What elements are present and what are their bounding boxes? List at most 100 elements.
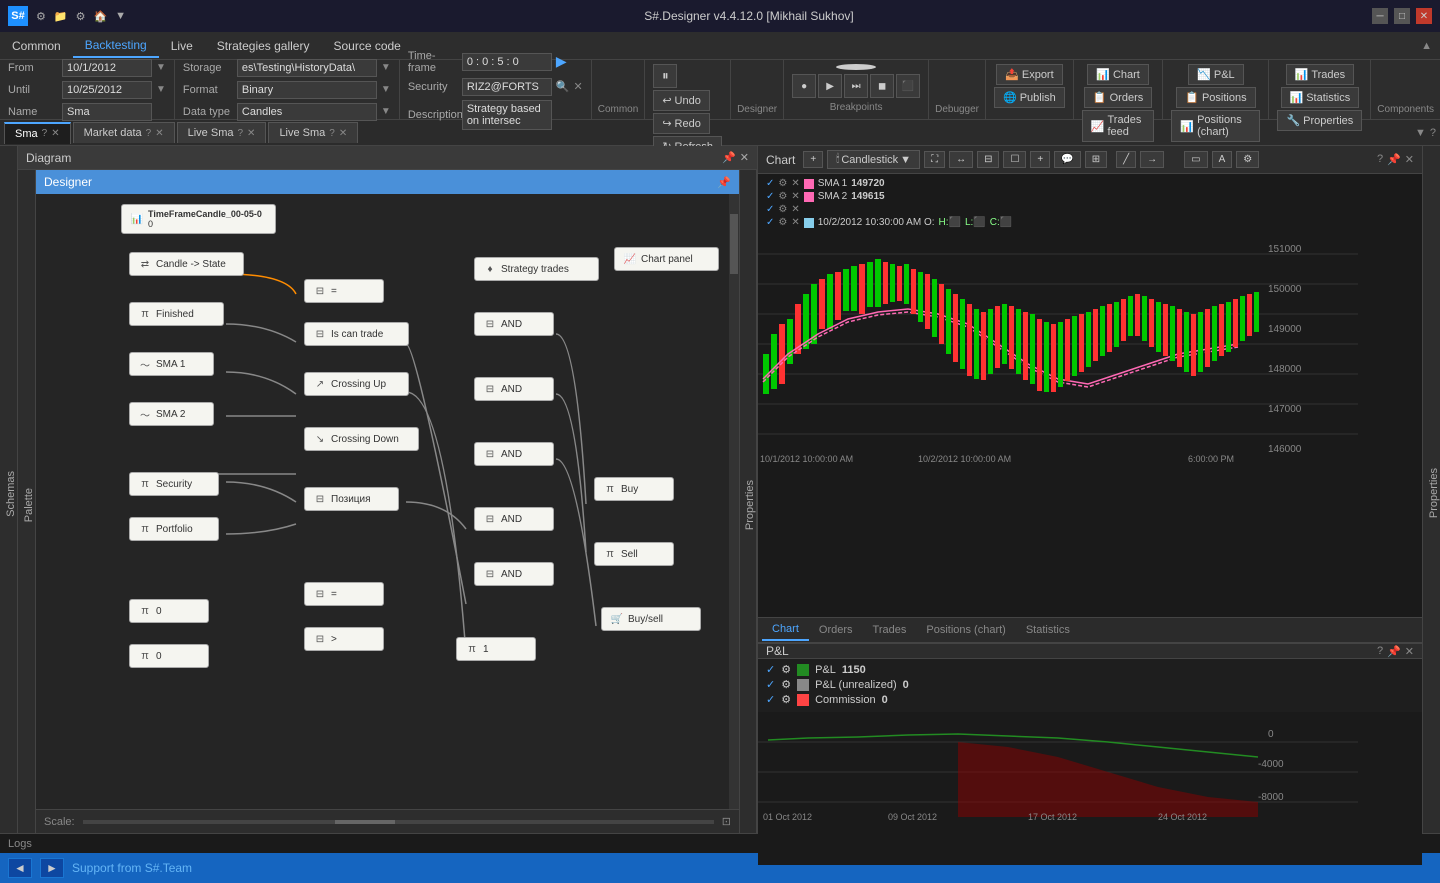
node-poziciya[interactable]: ⊟ Позиция <box>304 487 399 511</box>
storage-input[interactable]: es\Testing\HistoryData\ <box>237 59 377 77</box>
scale-icon[interactable]: ⊡ <box>722 815 731 828</box>
tab-live1-help[interactable]: ? <box>237 128 243 139</box>
node-gt[interactable]: ⊟ > <box>304 627 384 651</box>
export-button[interactable]: 📤 Export <box>996 64 1063 85</box>
legend-gear4[interactable]: ⚙ <box>778 217 787 228</box>
node-and4[interactable]: ⊟ AND <box>474 507 554 531</box>
from-input[interactable]: 10/1/2012 <box>62 59 152 77</box>
node-finished[interactable]: π Finished <box>129 302 224 326</box>
security-search[interactable]: 🔍 <box>556 80 570 93</box>
menu-live[interactable]: Live <box>159 35 205 57</box>
chart-pin[interactable]: 📌 <box>1387 153 1401 166</box>
tab-live-sma1[interactable]: Live Sma ? ✕ <box>177 122 267 143</box>
chart-button[interactable]: 📊 Chart <box>1087 64 1149 85</box>
pnl-help[interactable]: ? <box>1377 645 1383 658</box>
legend-x2[interactable]: ✕ <box>791 191 799 202</box>
node-buy[interactable]: π Buy <box>594 477 674 501</box>
properties-side-tab[interactable]: Properties <box>739 170 757 833</box>
tabs-more[interactable]: ▼ <box>1415 127 1426 139</box>
diagram-close[interactable]: ✕ <box>740 151 749 164</box>
node-is-can-trade[interactable]: ⊟ Is can trade <box>304 322 409 346</box>
pnl-pin[interactable]: 📌 <box>1387 645 1401 658</box>
close-button[interactable]: ✕ <box>1416 8 1432 24</box>
pause-button[interactable]: ⏸ <box>653 64 677 88</box>
node-candle-state[interactable]: ⇄ Candle -> State <box>129 252 244 276</box>
node-security[interactable]: π Security <box>129 472 219 496</box>
legend-check3[interactable]: ✓ <box>766 204 774 215</box>
format-input[interactable]: Binary <box>237 81 377 99</box>
chart-tab-statistics[interactable]: Statistics <box>1016 620 1080 640</box>
security-input[interactable]: RIZ2@FORTS <box>462 78 552 96</box>
chart-add-btn[interactable]: + <box>803 151 823 168</box>
chart-settings-btn[interactable]: ⚙ <box>1236 151 1259 168</box>
tab-market-close[interactable]: ✕ <box>155 128 163 139</box>
node-eq1[interactable]: ⊟ = <box>304 279 384 303</box>
tabs-help[interactable]: ? <box>1430 127 1436 139</box>
legend-x4[interactable]: ✕ <box>791 217 799 228</box>
scale-thumb[interactable] <box>335 820 395 824</box>
chart-rect-btn[interactable]: ▭ <box>1184 151 1207 168</box>
menu-backtesting[interactable]: Backtesting <box>73 34 159 58</box>
pnl-check3[interactable]: ✓ <box>766 693 775 706</box>
datatype-input[interactable]: Candles <box>237 103 377 121</box>
legend-check4[interactable]: ✓ <box>766 217 774 228</box>
statistics-button[interactable]: 📊 Statistics <box>1281 87 1360 108</box>
legend-gear1[interactable]: ⚙ <box>778 178 787 189</box>
node-timeframe[interactable]: 📊 TimeFrameCandle_00-05-0 0 <box>121 204 276 234</box>
node-sell[interactable]: π Sell <box>594 542 674 566</box>
chart-close[interactable]: ✕ <box>1405 153 1414 166</box>
chart-tool2[interactable]: ↔ <box>949 151 973 168</box>
properties-right-tab[interactable]: Properties <box>1422 146 1440 833</box>
node-and3[interactable]: ⊟ AND <box>474 442 554 466</box>
candlestick-dropdown[interactable]: 🕯 Candlestick ▼ <box>827 150 920 169</box>
maximize-button[interactable]: □ <box>1394 8 1410 24</box>
palette-panel-tab[interactable]: Palette <box>18 170 36 833</box>
chart-text-btn[interactable]: A <box>1212 151 1233 168</box>
node-portfolio[interactable]: π Portfolio <box>129 517 219 541</box>
orders-button[interactable]: 📋 Orders <box>1084 87 1152 108</box>
node-and5[interactable]: ⊟ AND <box>474 562 554 586</box>
tab-live1-close[interactable]: ✕ <box>247 128 255 139</box>
diagram-scrollbar-thumb[interactable] <box>730 214 738 274</box>
tab-sma-help[interactable]: ? <box>42 128 48 139</box>
pnl-check1[interactable]: ✓ <box>766 663 775 676</box>
datatype-dropdown[interactable]: ▼ <box>381 106 391 117</box>
menu-strategies[interactable]: Strategies gallery <box>205 35 322 57</box>
menu-common[interactable]: Common <box>0 35 73 57</box>
desc-input[interactable]: Strategy based on intersec <box>462 100 552 130</box>
bp-btn1[interactable]: ● <box>792 74 816 98</box>
node-crossing-down[interactable]: ↘ Crossing Down <box>304 427 419 451</box>
chart-tab-positions[interactable]: Positions (chart) <box>916 620 1015 640</box>
node-sma1[interactable]: 〜 SMA 1 <box>129 352 214 376</box>
chart-line-btn[interactable]: ╱ <box>1116 151 1136 168</box>
diagram-scrollbar[interactable] <box>729 194 739 809</box>
trades-feed-button[interactable]: 📈 Trades feed <box>1082 110 1155 142</box>
legend-x1[interactable]: ✕ <box>791 178 799 189</box>
pnl-gear2[interactable]: ⚙ <box>781 678 791 691</box>
node-val1[interactable]: π 1 <box>456 637 536 661</box>
minimize-button[interactable]: ─ <box>1372 8 1388 24</box>
name-input[interactable]: Sma <box>62 103 152 121</box>
node-strategy-trades[interactable]: ♦ Strategy trades <box>474 257 599 281</box>
redo-button[interactable]: ↪ Redo <box>653 113 710 134</box>
collapse-icon[interactable]: ▲ <box>1421 40 1440 52</box>
menu-source[interactable]: Source code <box>321 35 412 57</box>
format-dropdown[interactable]: ▼ <box>381 84 391 95</box>
bottom-back-btn[interactable]: ◄ <box>8 858 32 878</box>
pnl-button[interactable]: 📉 P&L <box>1188 64 1244 85</box>
positions-chart-button[interactable]: 📊 Positions (chart) <box>1171 110 1260 142</box>
chart-tab-trades[interactable]: Trades <box>863 620 917 640</box>
node-crossing-up[interactable]: ↗ Crossing Up <box>304 372 409 396</box>
node-and2[interactable]: ⊟ AND <box>474 377 554 401</box>
bp-btn3[interactable]: ⏭ <box>844 74 868 98</box>
legend-check1[interactable]: ✓ <box>766 178 774 189</box>
bottom-forward-btn[interactable]: ► <box>40 858 64 878</box>
pnl-gear1[interactable]: ⚙ <box>781 663 791 676</box>
positions-button[interactable]: 📋 Positions <box>1176 87 1255 108</box>
chart-arrow-btn[interactable]: → <box>1140 151 1164 168</box>
chart-tab-chart[interactable]: Chart <box>762 619 809 641</box>
node-buysell[interactable]: 🛒 Buy/sell <box>601 607 701 631</box>
properties-button[interactable]: 🔧 Properties <box>1277 110 1362 131</box>
tab-market-data[interactable]: Market data ? ✕ <box>73 122 175 143</box>
bp-btn4[interactable]: ◼ <box>870 74 894 98</box>
